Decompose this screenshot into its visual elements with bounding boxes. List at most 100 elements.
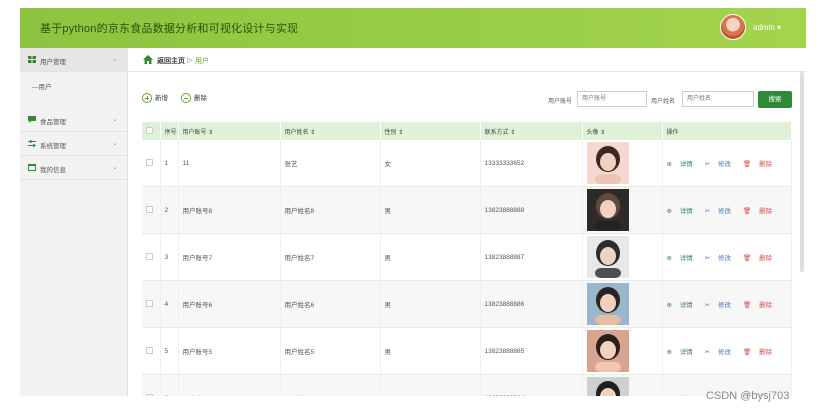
row-number: 1 (160, 140, 179, 187)
row-checkbox[interactable] (146, 346, 153, 354)
edit-button[interactable]: ✂ 修改 (705, 255, 737, 262)
user-account: 用户账号7 (178, 233, 281, 281)
user-phone: 13823888887 (480, 233, 583, 281)
sidebar-item-food-management[interactable]: 食品管理 ⌄ (20, 108, 128, 132)
trash-icon: 🗑 (743, 302, 752, 309)
user-gender: 女 (380, 140, 481, 187)
row-select-cell (142, 233, 161, 281)
scrollbar[interactable] (800, 72, 804, 272)
column-header[interactable]: 用户账号 ⇕ (178, 122, 281, 140)
user-photo (586, 189, 629, 231)
avatar-cell (582, 327, 663, 375)
edit-button[interactable]: ✂ 修改 (705, 208, 737, 215)
sidebar-subitem-user[interactable]: ---用户 (20, 73, 128, 97)
scissors-icon: ✂ (704, 161, 711, 168)
row-number: 5 (160, 327, 179, 375)
minus-circle-icon (181, 93, 191, 104)
search-button[interactable]: 搜索 (758, 91, 792, 108)
sidebar-item-user-management[interactable]: 用户管理 ⌄ (20, 48, 128, 72)
breadcrumb-home-link[interactable]: 返回主页 (157, 56, 185, 66)
user-avatar[interactable] (720, 14, 746, 40)
sidebar-item-label: 食品管理 (40, 119, 66, 126)
chevron-down-icon: ⌄ (112, 140, 118, 147)
delete-button[interactable]: 删除 (181, 92, 207, 108)
column-header[interactable]: 联系方式 ⇕ (480, 122, 583, 140)
detail-button[interactable]: ⊕ 详情 (667, 349, 699, 356)
chat-icon (28, 116, 36, 123)
detail-label: 详情 (679, 302, 693, 309)
search-icon: ⊕ (666, 349, 672, 356)
scissors-icon: ✂ (704, 255, 711, 262)
user-account: 用户账号5 (178, 327, 281, 375)
edit-label: 修改 (718, 349, 732, 356)
plus-circle-icon (142, 93, 152, 104)
edit-button[interactable]: ✂ 修改 (705, 302, 737, 309)
delete-row-button[interactable]: 🗑 删除 (743, 349, 778, 356)
user-phone: 13333333652 (480, 140, 583, 187)
edit-button[interactable]: ✂ 修改 (705, 161, 737, 168)
user-gender: 男 (380, 327, 481, 375)
breadcrumb-separator: ▷ (187, 57, 193, 64)
table-row: 5 用户账号5 用户姓名5 男 13823888885 ⊕ 详情 ✂ 修改 🗑 删除 (142, 327, 792, 375)
delete-row-button[interactable]: 🗑 删除 (743, 161, 778, 168)
column-header: 序号 (160, 122, 179, 140)
user-name: 用户姓名7 (280, 233, 381, 281)
row-actions: ⊕ 详情 ✂ 修改 🗑 删除 (662, 186, 792, 234)
select-all-cell (142, 122, 161, 140)
home-icon[interactable] (143, 55, 153, 64)
row-number: 2 (160, 186, 179, 234)
row-checkbox[interactable] (146, 299, 153, 307)
user-phone: 13823888888 (480, 186, 583, 234)
row-checkbox[interactable] (146, 205, 153, 213)
detail-button[interactable]: ⊕ 详情 (667, 161, 699, 168)
row-checkbox[interactable] (146, 158, 153, 166)
user-photo (586, 236, 629, 278)
account-search-input[interactable] (577, 91, 647, 107)
column-header[interactable]: 用户姓名 ⇕ (280, 122, 381, 140)
delete-label: 删除 (759, 302, 773, 309)
edit-label: 修改 (718, 302, 732, 309)
detail-button[interactable]: ⊕ 详情 (667, 302, 699, 309)
column-header: 操作 (662, 122, 792, 140)
search-icon: ⊕ (666, 161, 672, 168)
row-select-cell (142, 374, 161, 396)
user-gender: 男 (380, 233, 481, 281)
avatar-cell (582, 233, 663, 281)
user-photo (586, 330, 629, 372)
user-account: 用户账号4 (178, 374, 281, 396)
delete-row-button[interactable]: 🗑 删除 (743, 302, 778, 309)
sidebar-item-my-info[interactable]: 我的信息 ⌄ (20, 156, 128, 180)
column-header[interactable]: 头像 ⇕ (582, 122, 663, 140)
user-name: 张艺 (280, 140, 381, 187)
sidebar: 用户管理 ⌄ ---用户 食品管理 ⌄ 系统管理 ⌄ 我的信息 ⌄ (20, 48, 128, 396)
sidebar-item-system-management[interactable]: 系统管理 ⌄ (20, 132, 128, 156)
edit-label: 修改 (718, 255, 732, 262)
edit-button[interactable]: ✂ 修改 (705, 349, 737, 356)
sidebar-item-label: 我的信息 (40, 167, 66, 174)
delete-row-button[interactable]: 🗑 删除 (743, 208, 778, 215)
add-button[interactable]: 新增 (142, 92, 168, 108)
name-search-input[interactable] (682, 91, 754, 107)
row-checkbox[interactable] (146, 252, 153, 260)
table-row: 4 用户账号6 用户姓名6 男 13823888886 ⊕ 详情 ✂ 修改 🗑 删除 (142, 280, 792, 328)
delete-label: 删除 (759, 255, 773, 262)
column-header[interactable]: 性别 ⇕ (380, 122, 481, 140)
user-menu[interactable]: admin ▾ (753, 23, 781, 32)
sidebar-item-label: 用户管理 (40, 59, 66, 66)
select-all-checkbox[interactable] (146, 126, 153, 134)
avatar-cell (582, 280, 663, 328)
add-button-label: 新增 (155, 95, 168, 102)
row-actions: ⊕ 详情 ✂ 修改 🗑 删除 (662, 233, 792, 281)
detail-button[interactable]: ⊕ 详情 (667, 255, 699, 262)
detail-label: 详情 (679, 208, 693, 215)
user-account: 11 (178, 140, 281, 187)
delete-row-button[interactable]: 🗑 删除 (743, 255, 778, 262)
detail-button[interactable]: ⊕ 详情 (667, 208, 699, 215)
trash-icon: 🗑 (743, 349, 752, 356)
row-select-cell (142, 186, 161, 234)
scissors-icon: ✂ (704, 349, 711, 356)
detail-label: 详情 (679, 349, 693, 356)
row-select-cell (142, 327, 161, 375)
edit-label: 修改 (718, 208, 732, 215)
row-checkbox[interactable] (146, 393, 153, 396)
